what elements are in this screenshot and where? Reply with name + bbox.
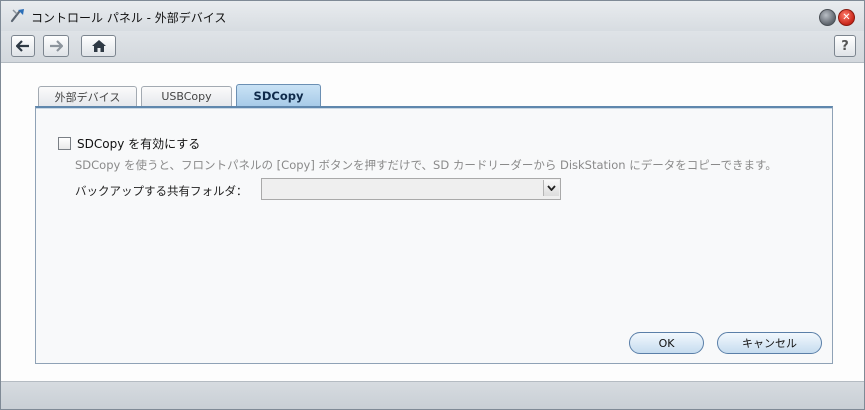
- forward-button[interactable]: [43, 35, 69, 57]
- dropdown-toggle[interactable]: [543, 180, 559, 196]
- tab-external-devices[interactable]: 外部デバイス: [38, 86, 137, 106]
- tab-sdcopy[interactable]: SDCopy: [236, 84, 321, 106]
- sdcopy-description: SDCopy を使うと、フロントパネルの [Copy] ボタンを押すだけで、SD…: [75, 158, 777, 172]
- enable-sdcopy-row[interactable]: SDCopy を有効にする: [58, 135, 200, 152]
- backup-folder-label: バックアップする共有フォルダ：: [75, 184, 248, 198]
- window-title: コントロール パネル - 外部デバイス: [31, 11, 227, 25]
- home-button[interactable]: [81, 35, 116, 57]
- arrow-left-icon: [16, 40, 29, 52]
- control-panel-icon: [10, 7, 27, 24]
- content-area: 外部デバイス USBCopy SDCopy SDCopy を有効にする SDCo…: [1, 63, 864, 382]
- cancel-button[interactable]: キャンセル: [717, 332, 822, 354]
- close-icon: ✕: [842, 11, 851, 23]
- help-button[interactable]: ?: [834, 35, 856, 57]
- status-bar: [1, 381, 864, 409]
- home-icon: [91, 40, 106, 52]
- tab-usbcopy[interactable]: USBCopy: [141, 86, 232, 106]
- control-panel-window: コントロール パネル - 外部デバイス ✕ ? 外部デバイス USBCopy S…: [0, 0, 865, 410]
- chevron-down-icon: [547, 185, 556, 191]
- title-bar: コントロール パネル - 外部デバイス ✕: [1, 1, 864, 31]
- enable-sdcopy-checkbox[interactable]: [58, 137, 71, 150]
- minimize-button[interactable]: [819, 9, 836, 26]
- enable-sdcopy-label[interactable]: SDCopy を有効にする: [77, 135, 200, 152]
- sdcopy-panel: SDCopy を有効にする SDCopy を使うと、フロントパネルの [Copy…: [35, 106, 833, 364]
- back-button[interactable]: [11, 35, 35, 57]
- arrow-right-icon: [50, 40, 63, 52]
- panel-divider: [36, 108, 832, 109]
- ok-button[interactable]: OK: [629, 332, 704, 354]
- backup-folder-select[interactable]: [261, 178, 561, 200]
- close-button[interactable]: ✕: [838, 9, 855, 26]
- toolbar: ?: [1, 31, 864, 63]
